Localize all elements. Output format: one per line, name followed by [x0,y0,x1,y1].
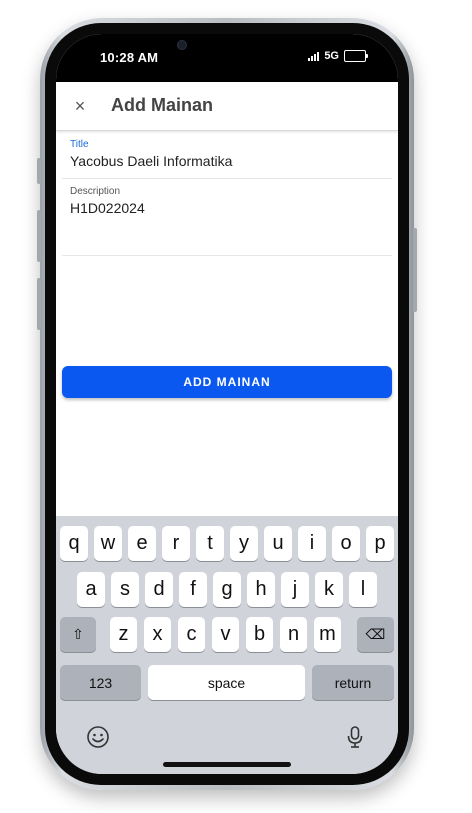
status-bar: 10:28 AM 5G [56,34,398,82]
key-e[interactable]: e [128,526,156,561]
phone-screen: 10:28 AM 5G × Add Mainan Title Yacobus D… [56,34,398,774]
home-indicator[interactable] [163,762,291,767]
key-m[interactable]: m [314,617,341,652]
key-l[interactable]: l [349,572,377,607]
description-field-label: Description [70,186,121,197]
page-title: Add Mainan [111,95,213,115]
key-g[interactable]: g [213,572,241,607]
title-field-label: Title [70,139,89,150]
numbers-key[interactable]: 123 [60,665,141,700]
key-w[interactable]: w [94,526,122,561]
key-j[interactable]: j [281,572,309,607]
space-key[interactable]: space [148,665,305,700]
key-b[interactable]: b [246,617,273,652]
key-x[interactable]: x [144,617,171,652]
key-u[interactable]: u [264,526,292,561]
key-k[interactable]: k [315,572,343,607]
battery-icon [344,50,368,62]
return-key[interactable]: return [312,665,394,700]
power-button [413,228,417,312]
title-field-underline [62,178,392,179]
key-r[interactable]: r [162,526,190,561]
key-c[interactable]: c [178,617,205,652]
status-time: 10:28 AM [100,50,159,65]
key-d[interactable]: d [145,572,173,607]
key-z[interactable]: z [110,617,137,652]
front-camera [177,40,187,50]
volume-down-button [37,278,41,330]
network-type: 5G [324,50,339,62]
key-f[interactable]: f [179,572,207,607]
key-t[interactable]: t [196,526,224,561]
add-mainan-button[interactable]: ADD MAINAN [62,366,392,398]
microphone-icon[interactable] [341,723,369,751]
key-q[interactable]: q [60,526,88,561]
emoji-icon[interactable] [84,723,112,751]
key-s[interactable]: s [111,572,139,607]
key-a[interactable]: a [77,572,105,607]
title-field[interactable]: Title Yacobus Daeli Informatika [62,139,392,179]
key-v[interactable]: v [212,617,239,652]
volume-up-button [37,210,41,262]
title-field-value[interactable]: Yacobus Daeli Informatika [70,153,232,169]
key-p[interactable]: p [366,526,394,561]
key-h[interactable]: h [247,572,275,607]
backspace-key[interactable]: ⌫ [357,617,394,652]
app-bar: × Add Mainan [56,82,398,131]
signal-icon [308,51,320,61]
key-i[interactable]: i [298,526,326,561]
shift-key[interactable]: ⇧ [60,617,96,652]
description-field-underline [62,255,392,256]
status-indicators: 5G [308,50,368,62]
onscreen-keyboard: qwertyuiop asdfghjkl zxcvbnm ⇧ ⌫ 123 spa… [56,516,398,774]
close-icon[interactable]: × [68,94,92,118]
description-field-value[interactable]: H1D022024 [70,200,145,216]
key-o[interactable]: o [332,526,360,561]
key-n[interactable]: n [280,617,307,652]
description-field[interactable]: Description H1D022024 [62,186,392,256]
key-y[interactable]: y [230,526,258,561]
ringer-switch [37,158,41,184]
